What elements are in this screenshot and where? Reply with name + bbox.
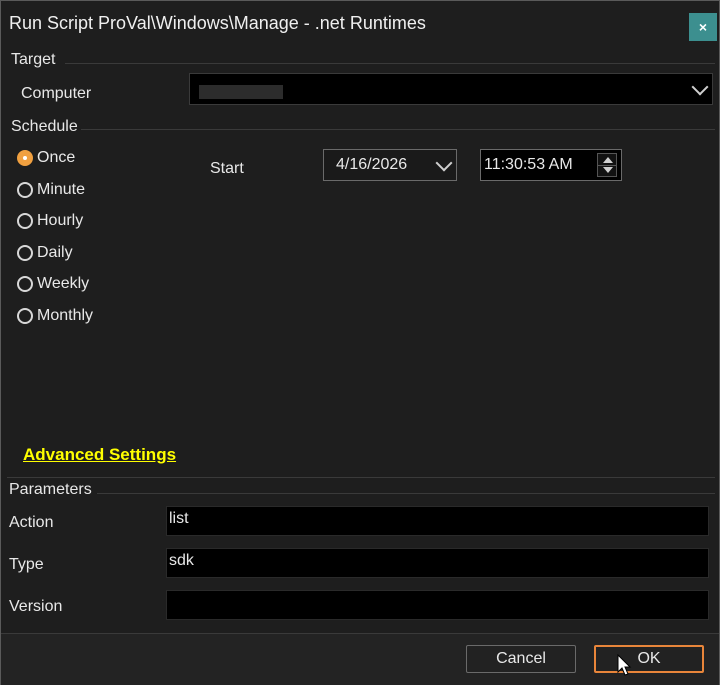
schedule-section-label: Schedule: [11, 118, 78, 135]
radio-monthly[interactable]: Monthly: [17, 304, 93, 328]
radio-minute-label: Minute: [37, 181, 86, 198]
ok-button-label: OK: [637, 650, 661, 667]
cancel-button[interactable]: Cancel: [466, 645, 576, 673]
start-time-input[interactable]: 11:30:53 AM: [480, 149, 622, 181]
cancel-button-label: Cancel: [496, 650, 546, 667]
radio-monthly-label: Monthly: [37, 307, 94, 324]
close-icon: ×: [698, 19, 708, 35]
dialog-footer: Cancel OK: [1, 633, 719, 685]
radio-unchecked-icon: [17, 213, 33, 229]
redacted-computer-name: [199, 85, 283, 99]
spinner-divider: [598, 165, 616, 166]
start-label: Start: [210, 160, 244, 177]
radio-unchecked-icon: [17, 308, 33, 324]
target-section-label: Target: [11, 51, 56, 68]
radio-hourly-label: Hourly: [37, 212, 84, 229]
mouse-cursor-icon: [617, 654, 632, 676]
close-button[interactable]: ×: [689, 13, 717, 41]
radio-weekly-label: Weekly: [37, 275, 90, 292]
radio-unchecked-icon: [17, 245, 33, 261]
schedule-divider: [81, 129, 715, 130]
radio-unchecked-icon: [17, 182, 33, 198]
chevron-down-icon: [435, 154, 453, 172]
action-label: Action: [9, 514, 54, 531]
parameters-divider: [97, 493, 715, 494]
start-date-picker[interactable]: 4/16/2026: [323, 149, 457, 181]
type-label: Type: [9, 556, 44, 573]
title-bar: Run Script ProVal\Windows\Manage - .net …: [1, 1, 719, 45]
computer-label: Computer: [21, 85, 92, 102]
start-time-value: 11:30:53 AM: [484, 156, 573, 173]
radio-checked-icon: [17, 150, 33, 166]
radio-once-label: Once: [37, 149, 76, 166]
advanced-divider: [7, 477, 715, 478]
radio-minute[interactable]: Minute: [17, 178, 85, 202]
radio-once[interactable]: Once: [17, 146, 75, 170]
time-spinner[interactable]: [597, 153, 617, 177]
parameters-section-label: Parameters: [9, 481, 92, 498]
chevron-down-icon: [691, 78, 709, 96]
type-input[interactable]: sdk: [166, 548, 709, 578]
spin-down-icon[interactable]: [603, 167, 613, 173]
action-input[interactable]: list: [166, 506, 709, 536]
radio-hourly[interactable]: Hourly: [17, 209, 83, 233]
start-date-value: 4/16/2026: [336, 156, 408, 173]
version-input[interactable]: [166, 590, 709, 620]
version-label: Version: [9, 598, 63, 615]
run-script-dialog: Run Script ProVal\Windows\Manage - .net …: [0, 0, 720, 685]
radio-unchecked-icon: [17, 276, 33, 292]
window-title: Run Script ProVal\Windows\Manage - .net …: [9, 13, 426, 33]
spin-up-icon[interactable]: [603, 157, 613, 163]
target-divider: [65, 63, 715, 64]
radio-daily[interactable]: Daily: [17, 241, 73, 265]
ok-button[interactable]: OK: [594, 645, 704, 673]
radio-daily-label: Daily: [37, 244, 73, 261]
radio-weekly[interactable]: Weekly: [17, 272, 89, 296]
advanced-settings-link[interactable]: Advanced Settings: [23, 445, 176, 465]
